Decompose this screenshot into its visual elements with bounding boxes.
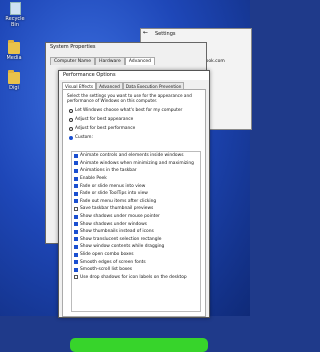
media-folder-icon[interactable]: Media xyxy=(3,40,25,61)
settings-title: Settings xyxy=(155,31,176,37)
visual-effect-label: Fade or slide ToolTips into view xyxy=(80,191,148,197)
visual-effect-option[interactable]: Animations in the taskbar xyxy=(72,167,200,175)
radio-dot-icon xyxy=(69,117,73,122)
visual-effect-option[interactable]: Fade or slide menus into view xyxy=(72,182,200,190)
visual-effect-label: Show translucent selection rectangle xyxy=(80,236,162,242)
radio-label: Adjust for best performance xyxy=(75,126,136,131)
visual-effect-option[interactable]: Show thumbnails instead of icons xyxy=(72,228,200,236)
visual-effect-label: Enable Peek xyxy=(80,176,107,182)
tab-hardware[interactable]: Hardware xyxy=(95,57,125,65)
radio-best-performance[interactable]: Adjust for best performance xyxy=(69,126,135,131)
visual-effect-label: Show window contents while dragging xyxy=(80,244,165,250)
checkbox-checked-icon[interactable] xyxy=(74,267,78,272)
checkbox-checked-icon[interactable] xyxy=(74,153,78,158)
visual-effect-label: Show shadows under mouse pointer xyxy=(80,214,160,220)
radio-dot-icon xyxy=(69,126,73,131)
system-properties-title: System Properties xyxy=(50,44,96,50)
visual-effect-label: Animate controls and elements inside win… xyxy=(80,153,184,159)
checkbox-checked-icon[interactable] xyxy=(74,237,78,242)
checkbox-checked-icon[interactable] xyxy=(74,214,78,219)
visual-effect-option[interactable]: Animate controls and elements inside win… xyxy=(72,152,200,160)
visual-effect-option[interactable]: Save taskbar thumbnail previews xyxy=(72,205,200,213)
checkbox-checked-icon[interactable] xyxy=(74,252,78,257)
visual-effects-panel: Select the settings you want to use for … xyxy=(62,89,208,352)
visual-effects-items: Animate controls and elements inside win… xyxy=(72,152,200,281)
visual-effect-label: Use drop shadows for icon labels on the … xyxy=(80,274,187,280)
visual-effect-option[interactable]: Fade out menu items after clicking xyxy=(72,198,200,206)
visual-effect-label: Animations in the taskbar xyxy=(80,168,137,174)
performance-options-dialog: Performance Options Visual Effects Advan… xyxy=(58,70,210,352)
radio-dot-icon xyxy=(69,108,73,113)
checkbox-checked-icon[interactable] xyxy=(74,222,78,227)
radio-custom[interactable]: Custom: xyxy=(69,135,93,140)
radio-label: Adjust for best appearance xyxy=(75,117,134,122)
checkbox-unchecked-icon[interactable] xyxy=(74,275,78,280)
digi-folder-icon[interactable]: Digi xyxy=(3,70,25,91)
visual-effect-option[interactable]: Show window contents while dragging xyxy=(72,243,200,251)
checkbox-checked-icon[interactable] xyxy=(74,161,78,166)
visual-effect-label: Fade out menu items after clicking xyxy=(80,198,157,204)
visual-effect-label: Slide open combo boxes xyxy=(80,252,134,258)
radio-label: Let Windows choose what's best for my co… xyxy=(75,108,183,113)
radio-dot-selected-icon xyxy=(69,135,73,140)
visual-effect-option[interactable]: Smooth edges of screen fonts xyxy=(72,258,200,266)
checkbox-checked-icon[interactable] xyxy=(74,184,78,189)
checkbox-checked-icon[interactable] xyxy=(74,260,78,265)
visual-effect-label: Show thumbnails instead of icons xyxy=(80,229,154,235)
recycle-bin-icon[interactable]: Recycle Bin xyxy=(4,2,26,28)
visual-effects-description: Select the settings you want to use for … xyxy=(67,93,192,103)
visual-effect-option[interactable]: Use drop shadows for icon labels on the … xyxy=(72,274,200,282)
visual-effect-option[interactable]: Enable Peek xyxy=(72,175,200,183)
recycle-bin-glyph-icon xyxy=(9,2,21,15)
visual-effect-label: Fade or slide menus into view xyxy=(80,183,146,189)
visual-effect-label: Save taskbar thumbnail previews xyxy=(80,206,154,212)
visual-effect-label: Smooth edges of screen fonts xyxy=(80,259,146,265)
tab-computer-name[interactable]: Computer Name xyxy=(50,57,96,65)
checkbox-checked-icon[interactable] xyxy=(74,168,78,173)
radio-label: Custom: xyxy=(75,135,93,140)
visual-effect-label: Animate windows when minimizing and maxi… xyxy=(80,160,194,166)
radio-let-windows-choose[interactable]: Let Windows choose what's best for my co… xyxy=(69,108,182,113)
checkbox-checked-icon[interactable] xyxy=(74,176,78,181)
folder-icon xyxy=(8,40,20,54)
checkbox-checked-icon[interactable] xyxy=(74,229,78,234)
digi-folder-label: Digi xyxy=(9,85,19,91)
back-arrow-icon[interactable]: ← xyxy=(143,29,148,36)
radio-best-appearance[interactable]: Adjust for best appearance xyxy=(69,117,133,122)
visual-effect-option[interactable]: Smooth-scroll list boxes xyxy=(72,266,200,274)
recycle-bin-label: Recycle Bin xyxy=(5,16,25,28)
visual-effect-option[interactable]: Show shadows under windows xyxy=(72,220,200,228)
visual-effects-list: Animate controls and elements inside win… xyxy=(70,151,208,352)
media-folder-label: Media xyxy=(6,55,22,61)
checkbox-checked-icon[interactable] xyxy=(74,191,78,196)
system-properties-tabs: Computer Name Hardware Advanced xyxy=(50,57,156,65)
visual-effect-label: Show shadows under windows xyxy=(80,221,147,227)
visual-effect-option[interactable]: Show translucent selection rectangle xyxy=(72,236,200,244)
checkbox-checked-icon[interactable] xyxy=(74,199,78,204)
visual-effect-option[interactable]: Fade or slide ToolTips into view xyxy=(72,190,200,198)
checkbox-checked-icon[interactable] xyxy=(74,244,78,249)
visual-effect-option[interactable]: Animate windows when minimizing and maxi… xyxy=(72,160,200,168)
folder-icon xyxy=(8,70,20,84)
visual-effect-option[interactable]: Slide open combo boxes xyxy=(72,251,200,259)
highlight-marker xyxy=(70,338,208,352)
performance-options-title: Performance Options xyxy=(59,71,209,80)
visual-effect-label: Smooth-scroll list boxes xyxy=(80,267,133,273)
visual-effect-option[interactable]: Show shadows under mouse pointer xyxy=(72,213,200,221)
checkbox-unchecked-icon[interactable] xyxy=(74,206,78,211)
tab-advanced[interactable]: Advanced xyxy=(124,57,156,65)
